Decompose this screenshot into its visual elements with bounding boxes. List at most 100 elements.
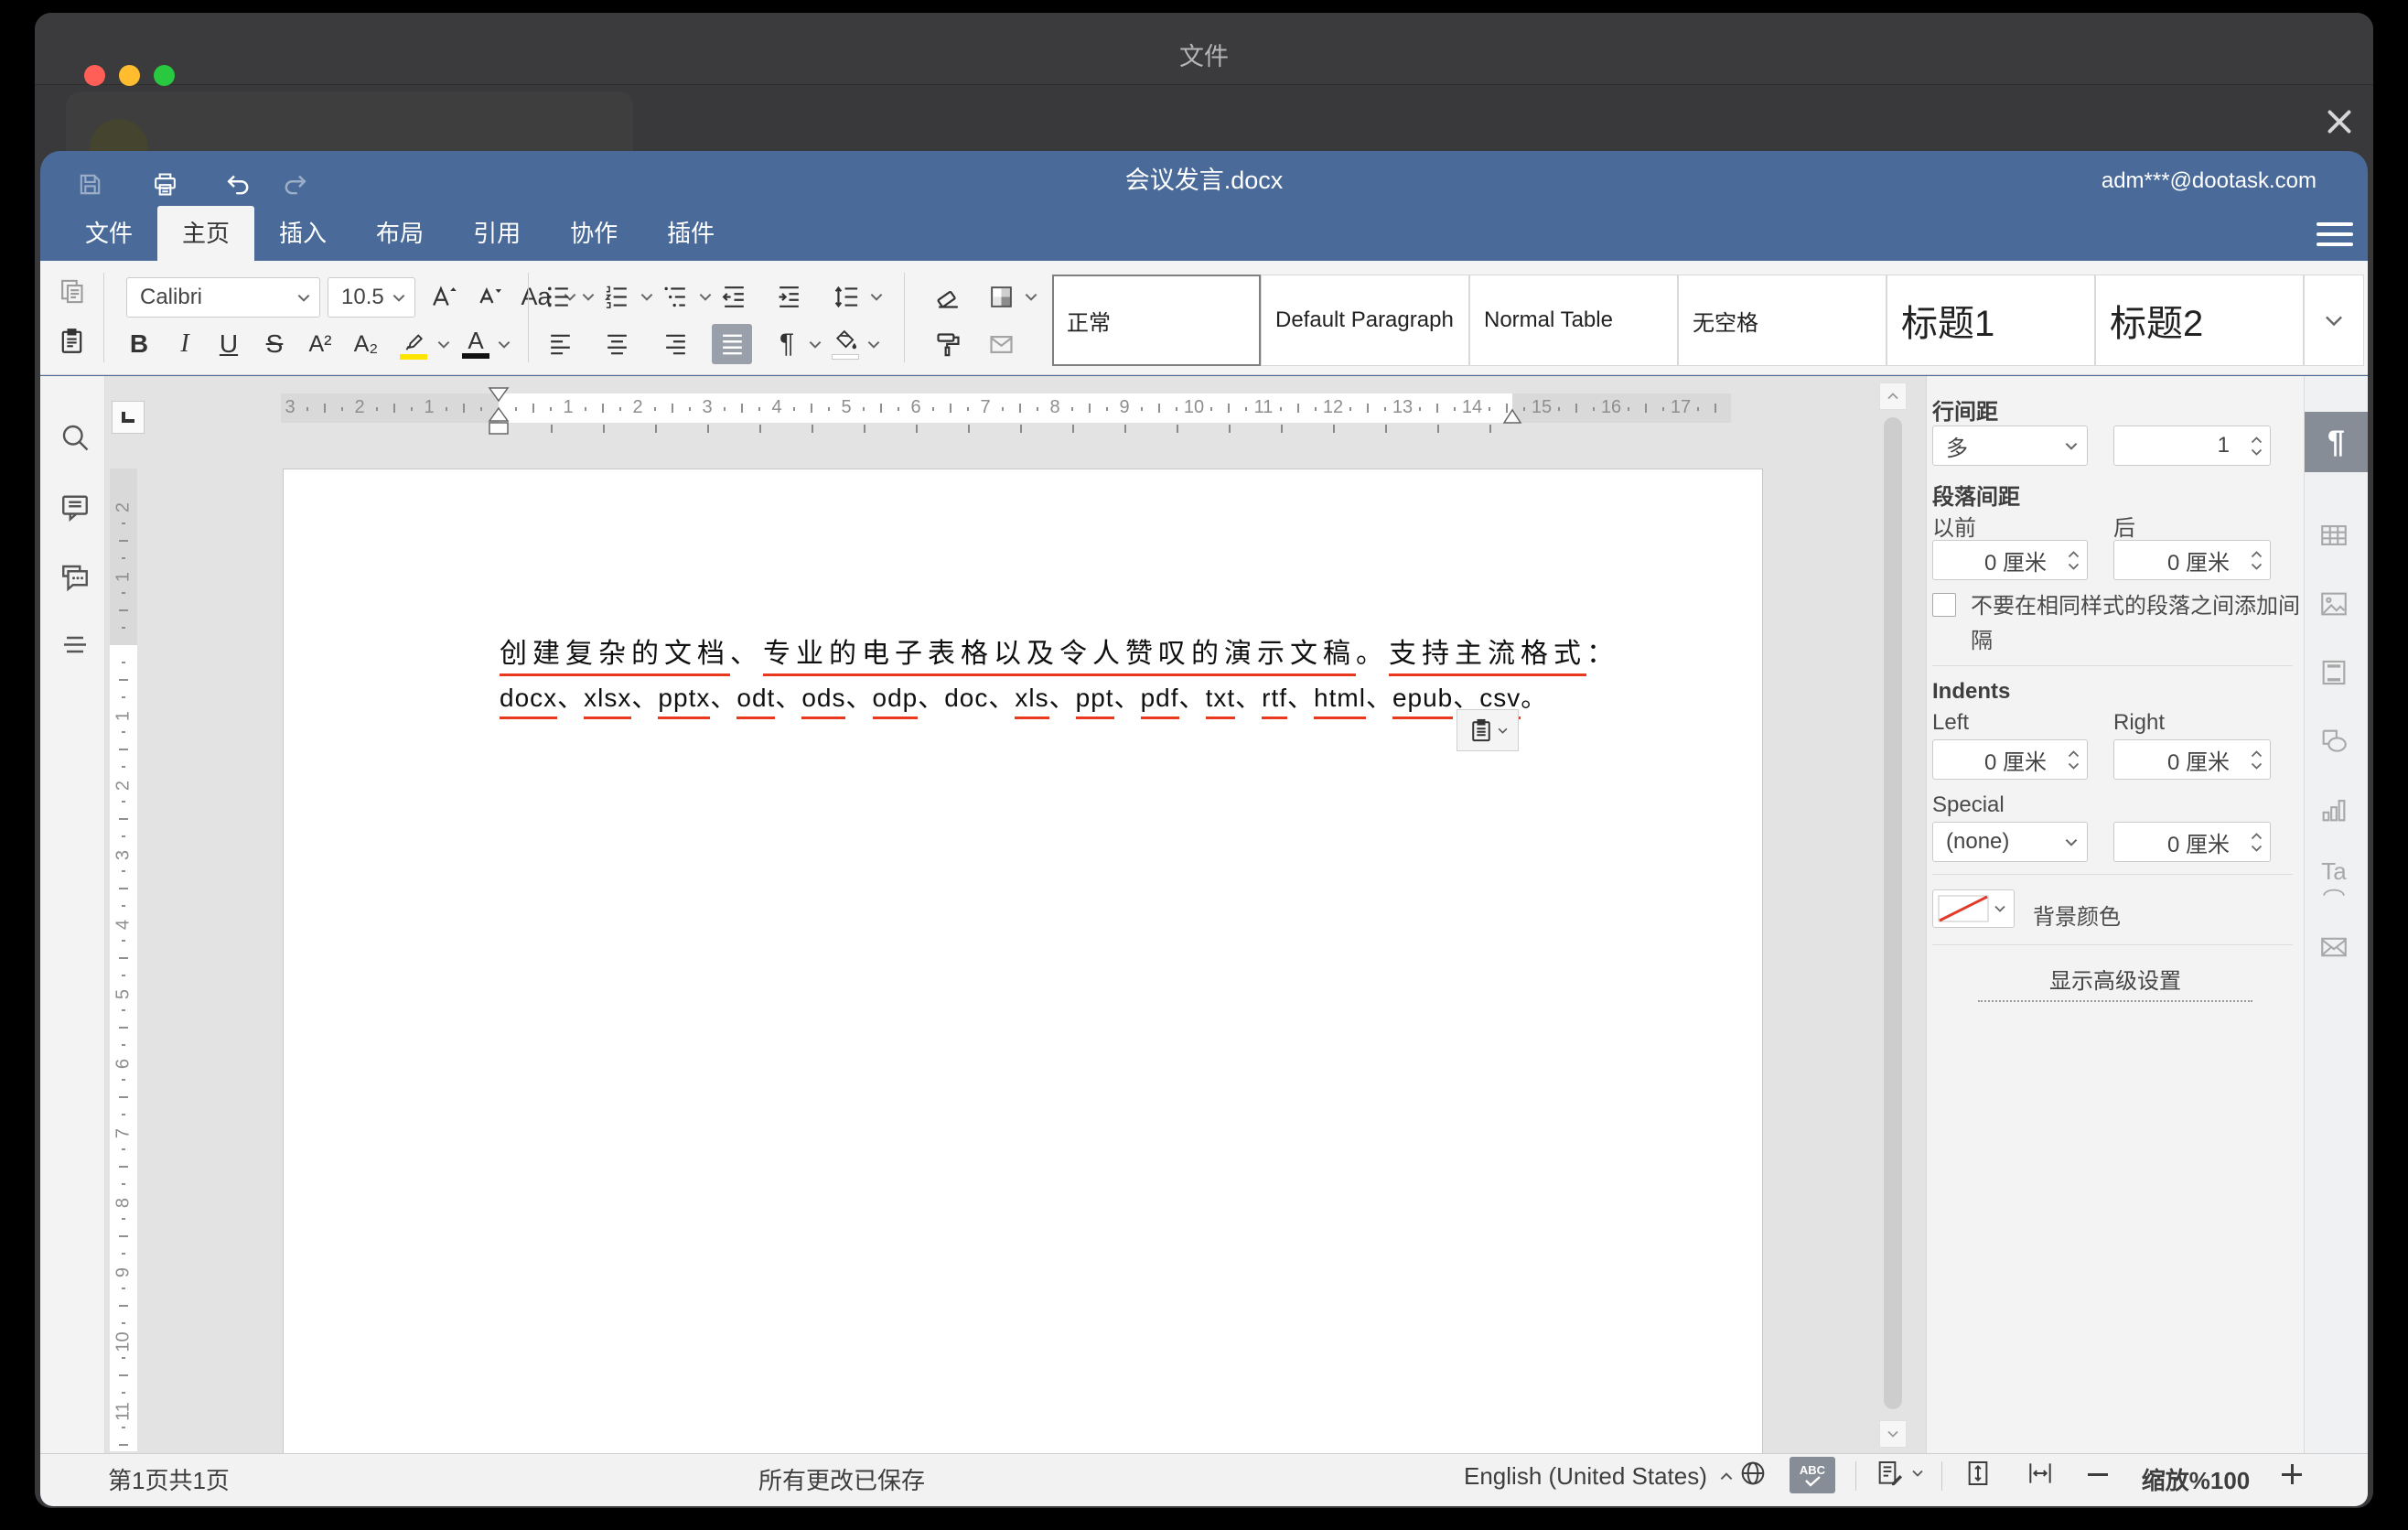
table-settings-tab[interactable] — [2318, 520, 2349, 551]
font-color-menu-button[interactable] — [494, 324, 514, 364]
save-button[interactable] — [70, 164, 110, 204]
zoom-level[interactable]: 缩放%100 — [2132, 1462, 2260, 1496]
stepper-arrows-icon[interactable] — [2251, 823, 2263, 861]
decrease-indent-button[interactable] — [714, 276, 754, 317]
spacing-before-stepper[interactable]: 0 厘米 — [1932, 540, 2088, 580]
set-language-button[interactable] — [1738, 1459, 1768, 1488]
fit-width-button[interactable] — [2026, 1459, 2055, 1488]
ruler-corner-box[interactable] — [112, 401, 145, 434]
bullet-list-button[interactable] — [538, 276, 578, 317]
traffic-light-zoom-button[interactable] — [154, 65, 175, 86]
font-color-button[interactable]: A — [456, 324, 496, 364]
paragraph-marks-button[interactable]: ¶ — [767, 324, 807, 364]
tab-0[interactable]: 文件 — [60, 206, 157, 261]
scrollbar-up-button[interactable] — [1879, 382, 1907, 410]
multilevel-list-menu-button[interactable] — [695, 276, 715, 317]
close-overlay-button[interactable] — [2318, 101, 2360, 143]
tab-1[interactable]: 主页 — [157, 206, 254, 261]
italic-button[interactable]: I — [165, 324, 205, 364]
stepper-arrows-icon[interactable] — [2251, 740, 2263, 779]
mail-merge-button[interactable] — [981, 324, 1021, 364]
decrease-font-button[interactable] — [468, 276, 509, 317]
zoom-in-button[interactable] — [2276, 1459, 2307, 1490]
style-cell-5[interactable]: 标题2 — [2095, 275, 2304, 366]
spacing-after-stepper[interactable]: 0 厘米 — [2113, 540, 2271, 580]
redo-button[interactable] — [274, 164, 315, 204]
style-cell-4[interactable]: 标题1 — [1887, 275, 2095, 366]
spellcheck-button[interactable]: ABC — [1790, 1457, 1835, 1493]
style-cell-0[interactable]: 正常 — [1052, 275, 1261, 366]
language-selector[interactable]: English (United States) — [1464, 1462, 1733, 1491]
comments-button[interactable] — [59, 490, 91, 523]
subscript-button[interactable]: A₂ — [346, 324, 386, 364]
fit-page-button[interactable] — [1963, 1459, 1993, 1488]
right-indent-marker[interactable] — [1502, 408, 1522, 425]
tab-2[interactable]: 插入 — [254, 206, 351, 261]
document-page[interactable]: 创建复杂的文档、专业的电子表格以及令人赞叹的演示文稿。支持主流格式： docx、… — [283, 469, 1763, 1453]
print-button[interactable] — [145, 164, 185, 204]
first-line-indent-marker[interactable] — [488, 386, 510, 437]
stepper-arrows-icon[interactable] — [2251, 426, 2263, 465]
copy-button[interactable] — [51, 271, 91, 311]
special-indent-select[interactable]: (none) — [1932, 822, 2088, 862]
scrollbar-down-button[interactable] — [1879, 1420, 1907, 1448]
paragraph-shading-button[interactable] — [825, 324, 865, 364]
increase-font-button[interactable] — [423, 276, 463, 317]
multilevel-list-button[interactable] — [655, 276, 695, 317]
shape-settings-tab[interactable] — [2318, 726, 2349, 757]
tab-6[interactable]: 插件 — [642, 206, 739, 261]
scrollbar-thumb[interactable] — [1884, 417, 1902, 1409]
highlight-color-button[interactable] — [393, 324, 434, 364]
paragraph-shading-menu-button[interactable] — [864, 324, 884, 364]
line-spacing-menu-button[interactable] — [866, 276, 887, 317]
borders-button[interactable] — [981, 276, 1021, 317]
tab-4[interactable]: 引用 — [448, 206, 545, 261]
style-cell-2[interactable]: Normal Table — [1469, 275, 1678, 366]
zoom-out-button[interactable] — [2082, 1459, 2113, 1490]
indent-left-stepper[interactable]: 0 厘米 — [1932, 739, 2088, 780]
paste-button[interactable] — [51, 320, 91, 361]
no-space-checkbox[interactable] — [1932, 593, 1956, 617]
search-button[interactable] — [59, 421, 91, 454]
clear-style-button[interactable] — [928, 276, 968, 317]
stepper-arrows-icon[interactable] — [2068, 740, 2080, 779]
paste-options-button[interactable] — [1457, 709, 1519, 751]
style-cell-1[interactable]: Default Paragraph — [1261, 275, 1469, 366]
tab-5[interactable]: 协作 — [545, 206, 642, 261]
strikethrough-button[interactable]: S — [254, 324, 295, 364]
superscript-button[interactable]: A² — [300, 324, 340, 364]
traffic-light-minimize-button[interactable] — [119, 65, 140, 86]
line-spacing-type-select[interactable]: 多 — [1932, 426, 2088, 466]
line-spacing-value-stepper[interactable]: 1 — [2113, 426, 2271, 466]
justify-button[interactable] — [712, 324, 752, 364]
paragraph-marks-menu-button[interactable] — [805, 324, 825, 364]
track-changes-button[interactable] — [1876, 1459, 1923, 1488]
image-settings-tab[interactable] — [2318, 588, 2349, 620]
style-cell-3[interactable]: 无空格 — [1678, 275, 1887, 366]
styles-gallery-expand-button[interactable] — [2304, 275, 2364, 366]
background-color-picker[interactable] — [1932, 889, 2015, 928]
copy-style-button[interactable] — [928, 324, 968, 364]
borders-menu-button[interactable] — [1021, 276, 1041, 317]
tab-3[interactable]: 布局 — [351, 206, 448, 261]
navigation-button[interactable] — [59, 630, 91, 663]
numbered-list-button[interactable] — [597, 276, 637, 317]
undo-button[interactable] — [218, 164, 258, 204]
numbered-list-menu-button[interactable] — [637, 276, 657, 317]
stepper-arrows-icon[interactable] — [2251, 541, 2263, 579]
font-size-select[interactable]: 10.5 — [328, 277, 415, 318]
increase-indent-button[interactable] — [769, 276, 809, 317]
vertical-ruler[interactable]: 211234567891011 — [110, 469, 137, 1451]
align-right-button[interactable] — [655, 324, 695, 364]
textart-settings-tab[interactable]: Ta — [2318, 863, 2349, 894]
bullet-list-menu-button[interactable] — [578, 276, 598, 317]
document-scrollbar[interactable] — [1877, 379, 1908, 1451]
underline-button[interactable]: U — [209, 324, 249, 364]
align-left-button[interactable] — [540, 324, 580, 364]
stepper-arrows-icon[interactable] — [2068, 541, 2080, 579]
headerfooter-settings-tab[interactable] — [2318, 657, 2349, 688]
hamburger-menu-button[interactable] — [2315, 219, 2355, 250]
page-number-status[interactable]: 第1页共1页 — [108, 1462, 230, 1496]
line-spacing-button[interactable] — [826, 276, 866, 317]
chat-button[interactable] — [59, 561, 91, 594]
